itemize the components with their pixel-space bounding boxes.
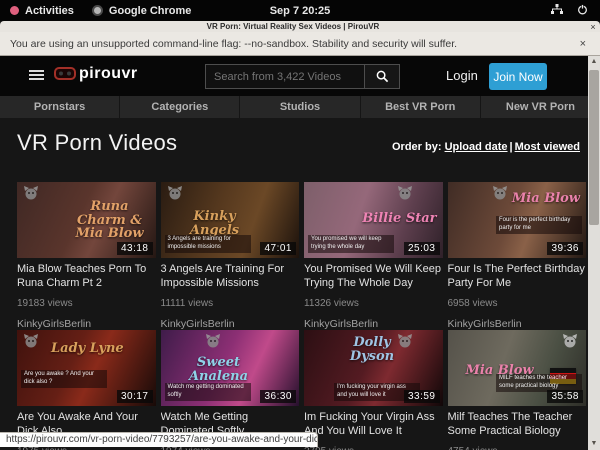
view-count: 2795 views xyxy=(304,446,443,450)
scrollbar-up-icon[interactable]: ▲ xyxy=(588,56,600,68)
studio-cat-mask-icon xyxy=(562,334,578,348)
tab-close-icon[interactable]: × xyxy=(586,22,600,32)
screen: Activities Google Chrome Sep 7 20:25 VR … xyxy=(0,0,600,450)
scrollbar[interactable]: ▲ ▼ xyxy=(588,56,600,450)
studio-link[interactable]: KinkyGirlsBerlin xyxy=(17,318,156,330)
video-thumbnail[interactable]: Lady Lyne Are you awake ? And your dick … xyxy=(17,330,156,406)
video-title[interactable]: 3 Angels Are Training For Impossible Mis… xyxy=(161,263,300,291)
duration-badge: 33:59 xyxy=(404,390,440,403)
studio-cat-mask-icon xyxy=(23,186,39,200)
thumbnail-caption: Watch me getting dominated softly xyxy=(165,383,251,401)
nav-item-pornstars[interactable]: Pornstars xyxy=(0,96,119,118)
status-url-bubble: https://pirouvr.com/vr-porn-video/779325… xyxy=(0,432,318,447)
video-card[interactable]: Kinky Angels 3 Angels are training for i… xyxy=(161,182,300,330)
site-header: pirouvr Login Join Now xyxy=(0,56,600,96)
thumbnail-caption: Are you awake ? And your dick also ? xyxy=(21,370,107,388)
video-thumbnail[interactable]: Mia Blow MILF teaches the teacher some p… xyxy=(448,330,587,406)
studio-cat-mask-icon xyxy=(397,186,413,200)
scrollbar-thumb[interactable] xyxy=(589,70,599,225)
duration-badge: 43:18 xyxy=(117,242,153,255)
thumbnail-caption: You promised we will keep trying the who… xyxy=(308,235,394,253)
order-separator: | xyxy=(508,141,515,153)
duration-badge: 36:30 xyxy=(260,390,296,403)
video-title[interactable]: Four Is The Perfect Birthday Party For M… xyxy=(448,263,587,291)
video-thumbnail[interactable]: Runa Charm & Mia Blow 43:18 xyxy=(17,182,156,258)
video-title[interactable]: Mia Blow Teaches Porn To Runa Charm Pt 2 xyxy=(17,263,156,291)
order-most-viewed-link[interactable]: Most viewed xyxy=(515,141,580,153)
studio-cat-mask-icon xyxy=(167,186,183,200)
studio-link[interactable]: KinkyGirlsBerlin xyxy=(304,318,443,330)
video-card[interactable]: Runa Charm & Mia Blow 43:18 Mia Blow Tea… xyxy=(17,182,156,330)
duration-badge: 30:17 xyxy=(117,390,153,403)
power-icon[interactable] xyxy=(577,4,588,18)
vr-goggles-icon xyxy=(54,67,76,81)
view-count: 11111 views xyxy=(161,298,300,309)
chrome-infobar: You are using an unsupported command-lin… xyxy=(0,32,600,56)
login-link[interactable]: Login xyxy=(446,68,478,83)
thumbnail-overlay-name: Dolly Dyson xyxy=(332,336,412,363)
video-card[interactable]: Mia Blow MILF teaches the teacher some p… xyxy=(448,330,587,450)
join-now-button[interactable]: Join Now xyxy=(489,63,547,90)
video-thumbnail[interactable]: Billie Star You promised we will keep tr… xyxy=(304,182,443,258)
search-icon xyxy=(376,70,389,83)
studio-cat-mask-icon xyxy=(492,186,508,200)
view-count: 11326 views xyxy=(304,298,443,309)
studio-link[interactable]: KinkyGirlsBerlin xyxy=(161,318,300,330)
studio-cat-mask-icon xyxy=(205,334,221,348)
duration-badge: 47:01 xyxy=(260,242,296,255)
thumbnail-overlay-name: Runa Charm & Mia Blow xyxy=(70,200,150,241)
studio-cat-mask-icon xyxy=(23,334,39,348)
infobar-message: You are using an unsupported command-lin… xyxy=(0,38,457,50)
thumbnail-overlay-name: Lady Lyne xyxy=(51,342,124,356)
clock[interactable]: Sep 7 20:25 xyxy=(0,5,600,17)
search-bar xyxy=(205,64,400,89)
system-top-bar: Activities Google Chrome Sep 7 20:25 xyxy=(0,0,600,21)
video-card[interactable]: Billie Star You promised we will keep tr… xyxy=(304,182,443,330)
nav-item-studios[interactable]: Studios xyxy=(239,96,359,118)
view-count: 19183 views xyxy=(17,298,156,309)
thumbnail-overlay-name: Billie Star xyxy=(362,212,436,226)
thumbnail-caption: Four is the perfect birthday party for m… xyxy=(496,216,582,234)
video-title[interactable]: Im Fucking Your Virgin Ass And You Will … xyxy=(304,411,443,439)
video-grid: Runa Charm & Mia Blow 43:18 Mia Blow Tea… xyxy=(17,182,586,450)
logo-text: pirouvr xyxy=(79,65,138,83)
thumbnail-caption: 3 Angels are training for impossible mis… xyxy=(165,235,251,253)
network-icon[interactable] xyxy=(551,4,563,18)
video-card[interactable]: Dolly Dyson I'm fucking your virgin ass … xyxy=(304,330,443,450)
studio-link[interactable]: KinkyGirlsBerlin xyxy=(448,318,587,330)
video-thumbnail[interactable]: Sweet Analena Watch me getting dominated… xyxy=(161,330,300,406)
infobar-close-icon[interactable]: × xyxy=(580,38,600,50)
video-card[interactable]: Mia Blow Four is the perfect birthday pa… xyxy=(448,182,587,330)
thumbnail-overlay-name: Kinky Angels xyxy=(175,210,255,237)
view-count: 4754 views xyxy=(448,446,587,450)
scrollbar-down-icon[interactable]: ▼ xyxy=(588,438,600,450)
search-button[interactable] xyxy=(364,65,399,88)
nav-item-new-vr-porn[interactable]: New VR Porn xyxy=(480,96,600,118)
main-nav: Pornstars Categories Studios Best VR Por… xyxy=(0,96,600,118)
nav-item-best-vr-porn[interactable]: Best VR Porn xyxy=(360,96,480,118)
video-thumbnail[interactable]: Dolly Dyson I'm fucking your virgin ass … xyxy=(304,330,443,406)
thumbnail-overlay-name: Mia Blow xyxy=(512,192,580,206)
browser-tab-strip: VR Porn: Virtual Reality Sex Videos | Pi… xyxy=(0,21,600,32)
order-by-label: Order by: xyxy=(392,141,442,153)
video-thumbnail[interactable]: Mia Blow Four is the perfect birthday pa… xyxy=(448,182,587,258)
site-logo[interactable]: pirouvr xyxy=(54,65,138,83)
duration-badge: 25:03 xyxy=(404,242,440,255)
nav-item-categories[interactable]: Categories xyxy=(119,96,239,118)
page-heading-row: VR Porn Videos Order by: Upload date|Mos… xyxy=(17,130,580,156)
order-by: Order by: Upload date|Most viewed xyxy=(392,141,580,153)
page-title: VR Porn Videos xyxy=(17,130,177,156)
menu-icon[interactable] xyxy=(29,70,44,82)
video-thumbnail[interactable]: Kinky Angels 3 Angels are training for i… xyxy=(161,182,300,258)
video-title[interactable]: Milf Teaches The Teacher Some Practical … xyxy=(448,411,587,439)
order-upload-date-link[interactable]: Upload date xyxy=(445,141,508,153)
video-title[interactable]: You Promised We Will Keep Trying The Who… xyxy=(304,263,443,291)
thumbnail-overlay-name: Sweet Analena xyxy=(179,356,259,383)
search-input[interactable] xyxy=(206,65,364,88)
view-count: 6958 views xyxy=(448,298,587,309)
tab-title[interactable]: VR Porn: Virtual Reality Sex Videos | Pi… xyxy=(0,21,586,32)
duration-badge: 39:36 xyxy=(547,242,583,255)
duration-badge: 35:58 xyxy=(547,390,583,403)
